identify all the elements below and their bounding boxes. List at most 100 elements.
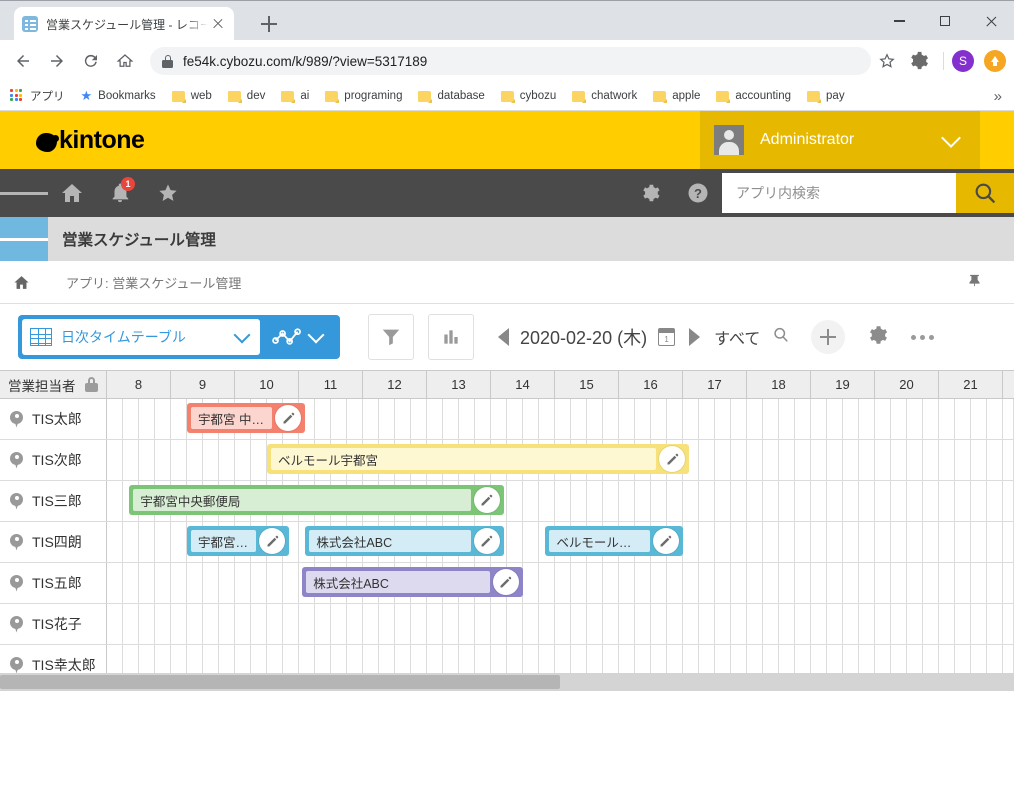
bookmark-item[interactable]: apple [653,90,700,103]
hamburger-icon[interactable] [0,169,48,217]
schedule-event[interactable]: ベルモール… [545,526,683,556]
reload-icon[interactable] [76,46,106,76]
gear-icon[interactable] [626,169,674,217]
timeline-row: TIS四朗 宇都宮… 株式会社ABC ベルモール… [0,522,1014,563]
bookmarks-overflow-icon[interactable]: » [994,88,1004,105]
bookmark-item[interactable]: programing [325,90,402,103]
timeline-header: 営業担当者 8 9 10 11 12 13 14 15 16 17 18 19 20 21 [0,371,1014,399]
pencil-icon[interactable] [275,405,302,431]
timeline-row-track[interactable] [107,604,1014,644]
scrollbar-thumb[interactable] [0,675,560,689]
app-title-bar: 営業スケジュール管理 [0,217,1014,261]
bookmark-item[interactable]: ai [281,90,309,103]
home-icon[interactable] [110,46,140,76]
new-tab-button[interactable] [258,13,280,35]
bookmark-item[interactable]: web [171,90,212,103]
user-menu[interactable]: Administrator [700,111,980,169]
timeline-row-track[interactable]: 宇都宮中央郵便局 [107,481,1014,521]
calendar-icon[interactable]: 1 [658,328,676,346]
extension-icon[interactable] [984,50,1006,72]
pencil-icon[interactable] [652,528,679,554]
star-icon[interactable] [144,169,192,217]
maximize-icon[interactable] [922,1,968,41]
timeline-row-name[interactable]: TIS花子 [0,604,107,644]
triangle-right-icon[interactable] [689,328,701,346]
pin-icon[interactable] [967,272,982,293]
add-record-button[interactable] [811,320,846,354]
home-icon[interactable] [48,169,96,217]
pencil-icon[interactable] [659,446,686,472]
pencil-icon[interactable] [492,569,519,595]
chart-view-button[interactable] [260,326,336,348]
user-name: Administrator [760,131,855,148]
search-button[interactable] [956,173,1014,213]
bookmark-item[interactable]: dev [227,90,265,103]
timeline-row-track[interactable]: ベルモール宇都宮 [107,440,1014,480]
schedule-event[interactable]: 宇都宮… [187,526,290,556]
gear-extension-icon[interactable] [907,50,929,72]
timeline-row-name[interactable]: TIS五郎 [0,563,107,603]
app-settings-button[interactable] [865,323,889,352]
profile-avatar[interactable]: S [952,50,974,72]
schedule-event[interactable]: 株式会社ABC [305,526,504,556]
url-bar[interactable]: fe54k.cybozu.com/k/989/?view=5317189 [150,47,871,75]
calendar-day: 1 [664,335,669,344]
kintone-nav-right: ? [626,169,1014,217]
search-input[interactable] [734,184,944,202]
bookmark-item[interactable]: chatwork [572,90,637,103]
app-search-box[interactable] [722,173,956,213]
timeline-row-name[interactable]: TIS次郎 [0,440,107,480]
ellipsis-icon[interactable] [911,334,935,340]
all-filter-label[interactable]: すべて [714,325,760,349]
close-icon[interactable] [210,16,226,32]
browser-tab-strip: 営業スケジュール管理 - レコードの一覧 [0,0,1014,41]
magnifier-icon[interactable] [771,325,791,350]
schedule-event[interactable]: 株式会社ABC [302,567,523,597]
bell-icon[interactable]: 1 [96,169,144,217]
pin-icon [10,451,23,469]
star-outline-icon[interactable] [877,51,897,71]
close-icon[interactable] [968,1,1014,41]
back-arrow-icon[interactable] [8,46,38,76]
kintone-logo[interactable]: kintone [36,111,145,169]
pencil-icon[interactable] [473,487,500,513]
schedule-event-title: 宇都宮 中… [191,407,273,429]
schedule-event[interactable]: 宇都宮 中… [187,403,306,433]
timeline-row-name[interactable]: TIS四朗 [0,522,107,562]
bookmark-item[interactable]: accounting [716,90,791,103]
assignee-name: TIS花子 [32,616,82,632]
timeline-row-name[interactable]: TIS三郎 [0,481,107,521]
timeline-row-track[interactable]: 宇都宮 中… [107,399,1014,439]
user-avatar-icon [714,125,744,155]
minimize-icon[interactable] [876,1,922,41]
forward-arrow-icon[interactable] [42,46,72,76]
view-selector-box[interactable]: 日次タイムテーブル [22,319,260,355]
bookmark-item[interactable]: ★ Bookmarks [81,88,156,104]
horizontal-scrollbar[interactable] [0,673,1014,691]
schedule-event[interactable]: 宇都宮中央郵便局 [129,485,504,515]
filter-button[interactable] [368,314,414,360]
timeline-row: TIS太郎 宇都宮 中… [0,399,1014,440]
question-mark-icon[interactable]: ? [674,169,722,217]
page-title: 営業スケジュール管理 [62,232,216,249]
apps-shortcut[interactable]: アプリ [10,88,65,104]
pencil-icon[interactable] [473,528,500,554]
view-selector[interactable]: 日次タイムテーブル [18,315,340,359]
home-icon[interactable] [0,274,42,291]
triangle-left-icon[interactable] [498,328,509,346]
pin-icon [10,410,23,428]
schedule-event-title: 宇都宮中央郵便局 [133,489,471,511]
browser-tab[interactable]: 営業スケジュール管理 - レコードの一覧 [14,7,234,41]
bookmark-item[interactable]: database [418,90,485,103]
stats-button[interactable] [428,314,474,360]
schedule-event[interactable]: ベルモール宇都宮 [267,444,690,474]
chevron-down-icon [307,326,325,344]
timeline-row-track[interactable]: 宇都宮… 株式会社ABC ベルモール… [107,522,1014,562]
timeline-row-name[interactable]: TIS太郎 [0,399,107,439]
timeline-row-track[interactable]: 株式会社ABC [107,563,1014,603]
pencil-icon[interactable] [259,528,286,554]
bookmark-item[interactable]: cybozu [500,90,556,103]
current-date: 2020-02-20 (木) [520,328,648,348]
breadcrumb-app-link[interactable]: アプリ: 営業スケジュール管理 [66,273,241,292]
bookmark-item[interactable]: pay [807,90,845,103]
